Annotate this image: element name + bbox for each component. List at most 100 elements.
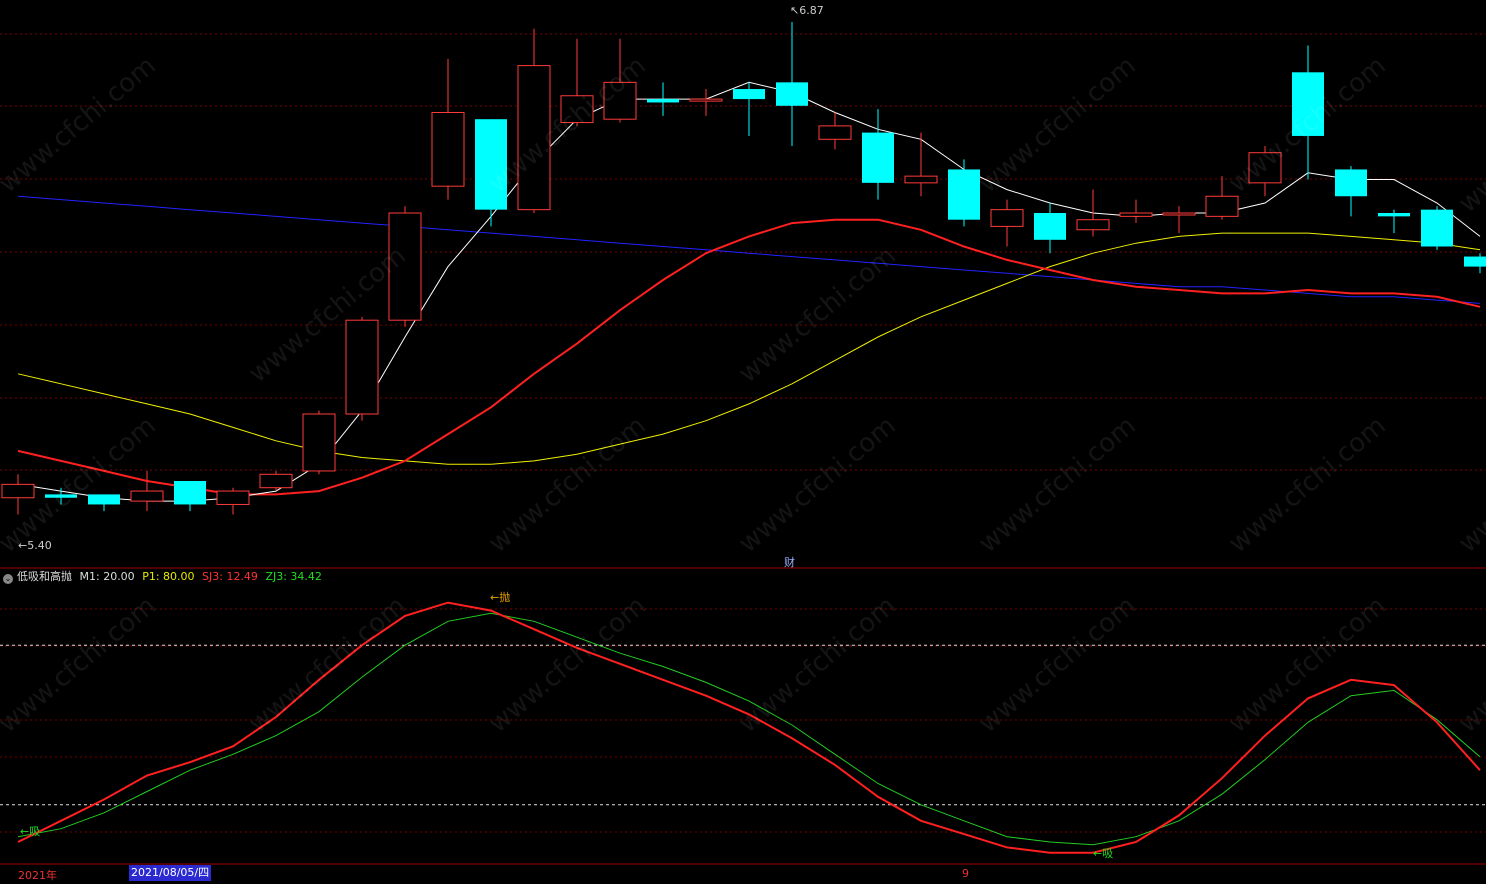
ma60-line xyxy=(17,195,1481,304)
candle-body xyxy=(990,209,1024,227)
candle-down xyxy=(948,159,980,227)
candle-body xyxy=(130,490,164,502)
candle-up xyxy=(990,199,1024,247)
candle-up xyxy=(560,38,594,126)
candle-body xyxy=(1205,195,1239,217)
candle-body xyxy=(1335,169,1367,197)
candle-up xyxy=(1,474,35,515)
indicator-header: ⌄ 低吸和高抛 M1: 20.00 P1: 80.00 SJ3: 12.49 ZJ… xyxy=(0,569,326,585)
candle-down xyxy=(1292,45,1324,180)
candle-body xyxy=(302,413,336,472)
candle-body xyxy=(1421,209,1453,247)
finance-marker[interactable]: 财 xyxy=(784,554,795,570)
candlesticks xyxy=(1,22,1486,515)
candle-body xyxy=(431,112,465,187)
date-axis: 2021年 2021/08/05/四 9 xyxy=(0,864,1486,884)
candle-up xyxy=(302,410,336,475)
candle-up xyxy=(1205,176,1239,220)
candle-down xyxy=(647,82,679,116)
candle-up xyxy=(431,58,465,200)
chevron-down-icon[interactable]: ⌄ xyxy=(3,574,13,584)
candle-body xyxy=(174,481,206,505)
candle-down xyxy=(862,109,894,200)
candle-body xyxy=(862,132,894,183)
candle-body xyxy=(216,490,250,505)
candle-body xyxy=(1248,152,1282,184)
arrow-left-icon: ← xyxy=(490,591,500,604)
candle-body xyxy=(1162,212,1196,216)
candle-up xyxy=(689,89,723,116)
candle-body xyxy=(1034,213,1066,240)
candle-body xyxy=(1464,256,1486,267)
arrow-left-icon: ← xyxy=(1093,847,1103,860)
param-zj3: ZJ3: 34.42 xyxy=(265,570,322,583)
candle-down xyxy=(1335,166,1367,217)
candle-body xyxy=(776,82,808,106)
param-m1: M1: 20.00 xyxy=(79,570,135,583)
year-label: 2021年 xyxy=(18,869,57,882)
candle-down xyxy=(45,487,77,505)
candle-up xyxy=(259,470,293,492)
buy-signal-2: ←吸 xyxy=(1093,847,1114,860)
candle-body xyxy=(88,494,120,505)
candle-down xyxy=(174,481,206,512)
high-price-marker: ↖6.87 xyxy=(790,4,824,17)
candle-body xyxy=(733,89,765,100)
indicator-name[interactable]: 低吸和高抛 xyxy=(17,570,72,583)
candle-up xyxy=(517,28,551,213)
candle-body xyxy=(475,119,507,210)
candle-down xyxy=(1034,202,1066,254)
candle-body xyxy=(517,65,551,211)
month-tick: 9 xyxy=(962,867,969,880)
date-cursor: 2021/08/05/四 xyxy=(129,865,212,881)
candle-up xyxy=(1076,189,1110,237)
candle-body xyxy=(818,125,852,140)
candle-body xyxy=(1292,72,1324,136)
candle-down xyxy=(776,22,808,146)
candle-down xyxy=(88,494,120,512)
arrow-icon: ← xyxy=(18,539,28,552)
arrow-icon: ↖ xyxy=(790,4,800,17)
candle-up xyxy=(345,316,379,421)
candle-down xyxy=(1378,209,1410,234)
candle-body xyxy=(603,81,637,120)
moving-average-lines xyxy=(17,81,1481,502)
price-grid xyxy=(0,33,1486,569)
buy-signal-1: ←吸 xyxy=(20,825,41,838)
indicator-lines xyxy=(17,601,1481,854)
low-price-marker: ←5.40 xyxy=(18,539,52,552)
param-p1: P1: 80.00 xyxy=(142,570,195,583)
candle-up xyxy=(818,112,852,150)
candle-down xyxy=(1421,206,1453,250)
candle-up xyxy=(603,38,637,123)
sell-signal: ←抛 xyxy=(490,591,511,604)
candle-body xyxy=(948,169,980,220)
candle-body xyxy=(647,99,679,103)
candle-up xyxy=(1162,206,1196,234)
candle-body xyxy=(560,95,594,124)
candle-up xyxy=(1248,146,1282,197)
candle-body xyxy=(1,483,35,499)
candle-down xyxy=(733,82,765,136)
candle-up xyxy=(904,132,938,197)
candle-up xyxy=(130,470,164,512)
sj3-line xyxy=(17,601,1481,854)
candle-body xyxy=(1119,212,1153,217)
candle-body xyxy=(1378,213,1410,217)
candle-up xyxy=(388,206,422,327)
candle-up xyxy=(1119,199,1153,224)
candle-down xyxy=(475,119,507,227)
candle-body xyxy=(45,494,77,498)
candle-body xyxy=(689,98,723,102)
param-sj3: SJ3: 12.49 xyxy=(202,570,258,583)
high-price-value: 6.87 xyxy=(799,4,824,17)
zj3-line xyxy=(17,612,1481,846)
candle-body xyxy=(1076,219,1110,231)
candle-body xyxy=(904,175,938,184)
stock-chart xyxy=(0,22,1486,865)
arrow-left-icon: ← xyxy=(20,825,30,838)
candle-up xyxy=(216,487,250,515)
candle-body xyxy=(345,319,379,415)
ma20-line xyxy=(17,232,1481,465)
candle-down xyxy=(1464,253,1486,274)
